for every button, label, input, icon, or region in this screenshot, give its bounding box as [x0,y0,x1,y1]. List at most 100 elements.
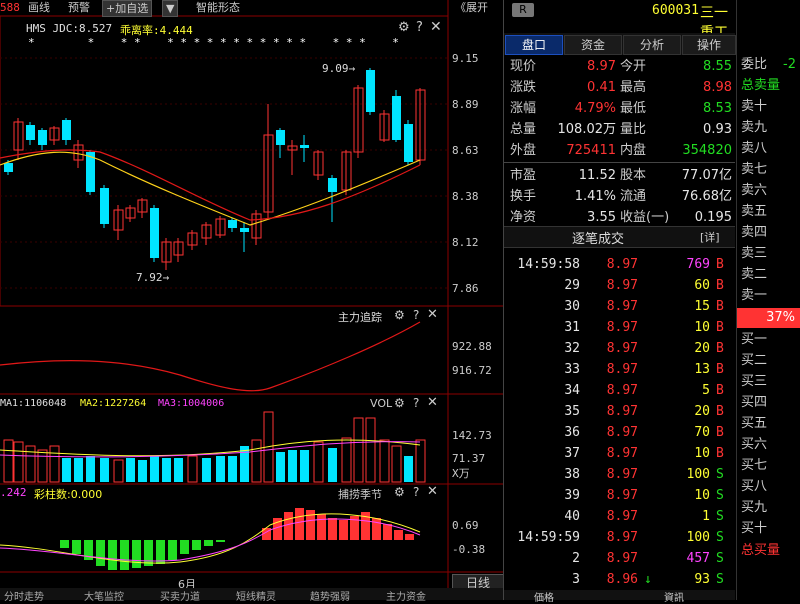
trade-volume: 100 [686,530,710,545]
watchlist-dropdown[interactable]: ▼ [162,0,179,17]
quote-value: 725411 [566,143,616,158]
sell-level[interactable]: 卖七 [741,160,767,180]
trade-side: S [716,530,724,545]
close-icon[interactable]: ✕ [427,307,438,322]
help-icon[interactable]: ? [416,20,423,35]
tab-operation[interactable]: 操作 [682,35,736,55]
buy-level[interactable]: 买八 [741,477,767,497]
sell-level[interactable]: 卖四 [741,223,767,243]
trade-time: 14:59:58 [517,257,580,272]
quote-label: 市盈 [510,168,537,183]
trade-row: 30 8.97 15 B [504,296,735,317]
quote-label: 流通 [620,189,647,204]
gear-icon[interactable]: ⚙ [394,396,405,410]
gear-icon[interactable]: ⚙ [398,20,410,35]
bottom-tab[interactable]: 买卖力道 [160,588,200,603]
buy-level[interactable]: 买一 [741,330,767,350]
volume-bar-down [328,448,337,482]
sell-level[interactable]: 卖九 [741,118,767,138]
tab-pankou[interactable]: 盘口 [505,35,563,55]
trade-price: 8.97 [606,278,638,293]
volume-bar-down [74,458,83,482]
trade-row: 31 8.97 10 B [504,317,735,338]
quote-label: 现价 [510,59,537,74]
trade-side: S [716,488,724,503]
trade-price: 8.97 [606,509,638,524]
sell-level[interactable]: 卖八 [741,139,767,159]
trade-time: 32 [564,341,580,356]
trade-volume: 5 [702,383,710,398]
buy-level[interactable]: 买十 [741,519,767,539]
tab-funds[interactable]: 资金 [564,35,622,55]
sell-level[interactable]: 卖二 [741,265,767,285]
quote-value: 0.195 [694,210,732,225]
buy-level[interactable]: 买七 [741,456,767,476]
candle-body-down [100,188,109,224]
draw-line-button[interactable]: 画线 [28,0,50,15]
quote-value: 8.98 [703,80,732,95]
alert-button[interactable]: 预警 [68,0,90,15]
gear-icon[interactable]: ⚙ [394,308,405,322]
price-tick: 8.38 [452,190,479,203]
smart-pattern-button[interactable]: 智能形态 [196,0,240,15]
candle-body-down [228,220,237,228]
add-watchlist-button[interactable]: +加自选 [102,0,153,17]
buy-level[interactable]: 买三 [741,372,767,392]
trade-side: B [716,383,724,398]
trade-row: 32 8.97 20 B [504,338,735,359]
quote-label: 净资 [510,210,537,225]
bottom-tab[interactable]: 短线精灵 [236,588,276,603]
trade-time: 33 [564,362,580,377]
sell-level[interactable]: 卖六 [741,181,767,201]
bottom-tab[interactable]: 大笔监控 [84,588,124,603]
quote-divider [504,162,735,163]
trade-time: 29 [564,278,580,293]
trade-volume: 60 [694,278,710,293]
buy-level[interactable]: 买四 [741,393,767,413]
close-icon[interactable]: ✕ [427,484,438,499]
tab-analysis[interactable]: 分析 [623,35,681,55]
buy-level[interactable]: 买二 [741,351,767,371]
candle-body-down [328,178,337,192]
r-badge: R [512,3,534,17]
sell-level[interactable]: 卖一 [741,286,767,306]
collapse-button[interactable]: 《展开 [455,0,488,15]
bottom-tab[interactable]: 主力资金 [386,588,426,603]
buy-level[interactable]: 买六 [741,435,767,455]
season-bar-green [168,540,177,560]
close-icon[interactable]: ✕ [430,19,442,35]
volume-bar-up [49,445,60,483]
trades-detail-button[interactable]: [详] [700,229,720,245]
vol-ma1: MA1:1106048 [0,398,67,409]
sell-level[interactable]: 卖三 [741,244,767,264]
kline-chart-area[interactable] [0,0,503,600]
bottom-tab[interactable]: 分时走势 [4,588,44,603]
volume-bar-down [288,450,297,482]
trade-time: 31 [564,320,580,335]
order-book: 委比 -2 总卖量 卖十 卖九 卖八 卖七 卖六 卖五 卖四 卖三 卖二 卖一 37% 买一 买二买… [736,0,800,600]
vol-ma2: MA2:1227264 [80,398,147,409]
season-bar-red [339,520,348,540]
help-icon[interactable]: ? [413,308,419,322]
help-icon[interactable]: ? [413,485,419,499]
volume-bar-down [126,458,135,482]
buy-level[interactable]: 买五 [741,414,767,434]
buy-level[interactable]: 买九 [741,498,767,518]
bottom-tab[interactable]: 趋势强弱 [310,588,350,603]
gear-icon[interactable]: ⚙ [394,485,405,499]
trade-volume: 70 [694,425,710,440]
help-icon[interactable]: ? [413,396,419,410]
sell-level[interactable]: 卖十 [741,97,767,117]
trade-volume: 769 [686,257,710,272]
quote-row: 总量 108.02万 量比 0.93 [504,119,735,140]
close-icon[interactable]: ✕ [427,395,438,410]
volume-bar-up [37,449,48,483]
sell-level[interactable]: 卖五 [741,202,767,222]
bottom-tab[interactable]: 資訊 [664,589,684,604]
quote-label: 外盘 [510,143,537,158]
trade-price: 8.97 [606,299,638,314]
trade-side: B [716,362,724,377]
bottom-tab[interactable]: 価格 [534,589,554,604]
trade-volume: 15 [694,299,710,314]
volume-bar-up [379,439,390,483]
